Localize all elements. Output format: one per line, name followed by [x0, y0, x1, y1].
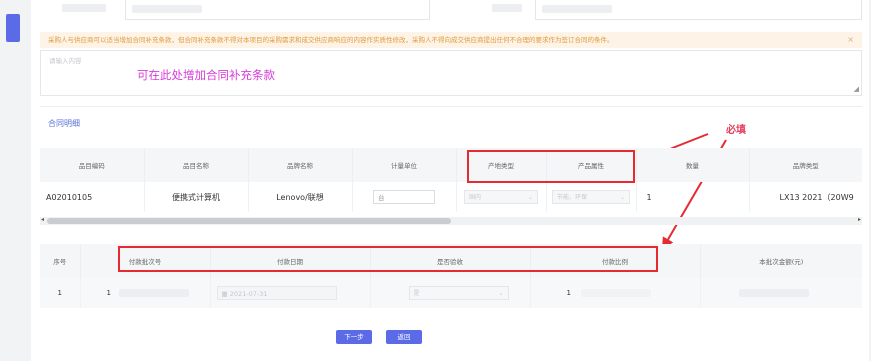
col-header-quantity: 数量	[636, 148, 750, 182]
chevron-down-icon: ⌄	[619, 194, 625, 201]
attribute-select-value: 节能、环保	[557, 194, 588, 201]
cell-ratio: 1	[530, 278, 701, 308]
resize-grip-icon[interactable]: ◢	[854, 85, 859, 93]
col-header-amount: 本批次金额(元)	[700, 244, 862, 278]
col-header-unit: 计量单位	[352, 148, 457, 182]
top-field-label-right	[492, 4, 532, 12]
cell-batch: 1	[80, 278, 211, 308]
calendar-icon: ▦	[221, 290, 230, 298]
col-header-model: 品牌类型	[749, 148, 862, 182]
highlight-payment-columns	[118, 246, 658, 272]
required-annotation: 必填	[726, 125, 746, 136]
cell-model: LX13 2021（20W9	[779, 192, 854, 202]
table-row: 1 1 ▦ 2021-07-31 是 ⌄ 1	[40, 278, 862, 308]
cell-date: ▦ 2021-07-31	[210, 278, 371, 308]
ratio-value: 1	[566, 289, 571, 297]
batch-value: 1	[106, 289, 111, 297]
redacted-value	[581, 289, 652, 297]
col-header-code: 品目编码	[40, 148, 145, 182]
highlight-product-columns	[467, 150, 635, 183]
scrollbar-thumb[interactable]	[47, 218, 451, 224]
divider	[40, 106, 862, 107]
accepted-select-value: 是	[413, 290, 420, 297]
notice-text: 采购人与供应商可以适当增加合同补充条款，但合同补充条款不得对本项目的采购需求和成…	[48, 36, 614, 44]
date-picker[interactable]: ▦ 2021-07-31	[216, 286, 337, 300]
unit-input[interactable]: 台	[373, 190, 435, 204]
cell-name: 便携式计算机	[144, 182, 249, 212]
section-title: 合同明细	[48, 119, 80, 128]
accepted-select[interactable]: 是 ⌄	[408, 286, 509, 300]
close-icon[interactable]: ×	[847, 32, 854, 48]
cell-brand: Lenovo/联想	[248, 182, 353, 212]
cell-accepted: 是 ⌄	[370, 278, 531, 308]
chevron-down-icon: ⌄	[527, 194, 533, 201]
cell-quantity: 1	[636, 182, 750, 212]
origin-select[interactable]: 国内 ⌄	[464, 190, 538, 204]
top-field-left[interactable]	[125, 0, 430, 20]
col-header-brand: 品牌名称	[248, 148, 353, 182]
top-field-label-left	[62, 4, 118, 12]
side-tab-marker	[6, 14, 20, 42]
scroll-right-icon[interactable]: ▸	[858, 216, 861, 223]
chevron-down-icon: ⌄	[498, 290, 504, 297]
supplement-placeholder: 请输入内容	[49, 57, 82, 65]
table-row: A02010105 便携式计算机 Lenovo/联想 台 国内 ⌄ 节能、环保 ⌄ …	[40, 182, 862, 212]
supplement-notice: 采购人与供应商可以适当增加合同补充条款，但合同补充条款不得对本项目的采购需求和成…	[40, 32, 862, 48]
product-table-header: 品目编码 品目名称 品牌名称 计量单位 产地类型 产品属性 数量 品牌类型	[40, 148, 862, 182]
supplement-hint: 可在此处增加合同补充条款	[137, 68, 275, 82]
cell-origin: 国内 ⌄	[456, 182, 547, 212]
col-header-name: 品目名称	[144, 148, 249, 182]
back-button[interactable]: 返回	[386, 330, 422, 344]
redacted-value	[119, 289, 190, 297]
col-header-index: 序号	[40, 244, 81, 278]
date-value: 2021-07-31	[229, 290, 268, 298]
redacted-value	[738, 289, 809, 297]
origin-select-value: 国内	[469, 194, 482, 201]
product-table: 品目编码 品目名称 品牌名称 计量单位 产地类型 产品属性 数量 品牌类型 A0…	[40, 148, 862, 212]
top-field-right[interactable]	[535, 0, 862, 20]
supplement-textarea[interactable]: 请输入内容 可在此处增加合同补充条款 ◢	[40, 50, 862, 96]
cell-unit: 台	[352, 182, 457, 212]
cell-attribute: 节能、环保 ⌄	[546, 182, 637, 212]
next-button[interactable]: 下一步	[336, 330, 372, 344]
attribute-select[interactable]: 节能、环保 ⌄	[552, 190, 630, 204]
cell-amount	[700, 278, 862, 308]
scroll-left-icon[interactable]: ◂	[41, 216, 44, 223]
horizontal-scrollbar[interactable]: ◂ ▸	[40, 216, 862, 225]
cell-code: A02010105	[40, 182, 145, 212]
cell-index: 1	[40, 278, 81, 308]
